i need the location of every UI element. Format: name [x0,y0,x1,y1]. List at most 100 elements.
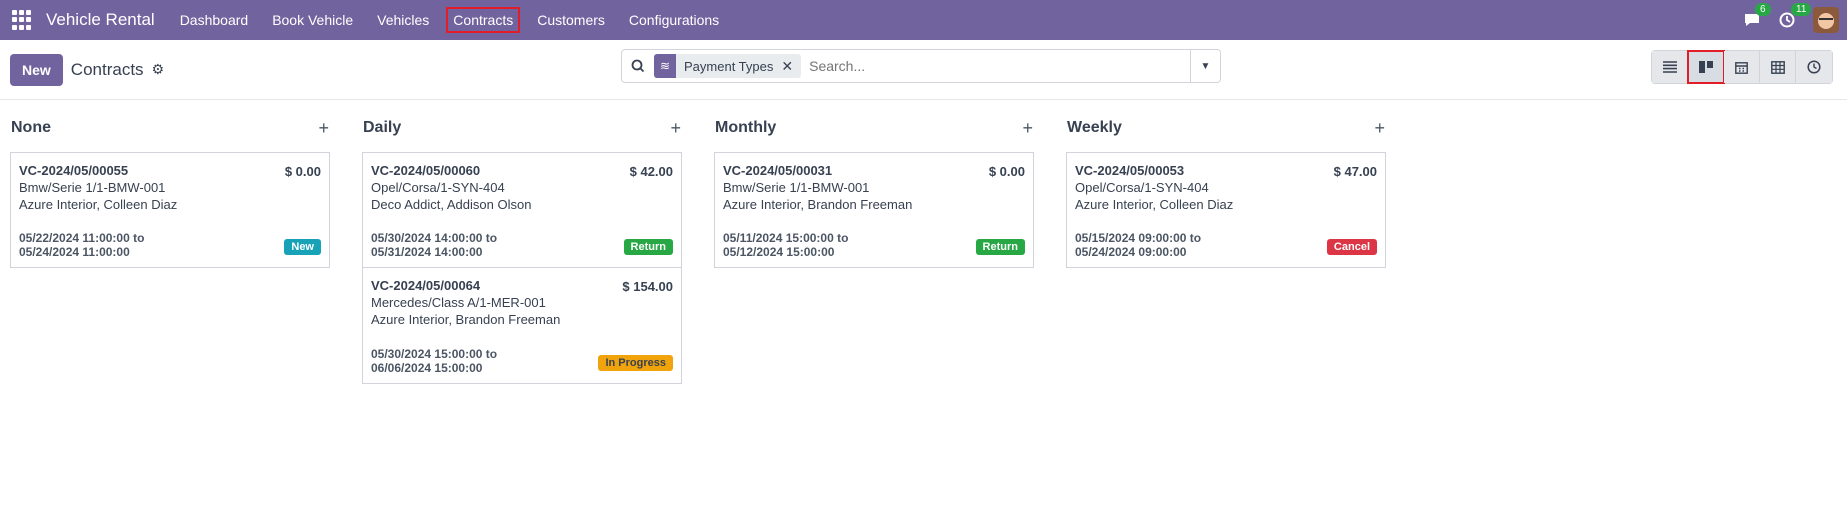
column-title: None [11,119,51,136]
apps-menu-icon[interactable] [12,10,32,30]
gear-icon[interactable]: ⚙ [152,61,165,78]
clock-icon [1807,60,1821,74]
kanban-card[interactable]: VC-2024/05/00031 $ 0.00 Bmw/Serie 1/1-BM… [714,152,1034,268]
search-bar: ≋ Payment Types ✕ ▼ [621,49,1221,83]
menu-customers[interactable]: Customers [530,7,612,33]
vehicle-name: Bmw/Serie 1/1-BMW-001 [723,180,870,195]
rental-to: 05/31/2024 14:00:00 [371,245,483,259]
kanban-card[interactable]: VC-2024/05/00055 $ 0.00 Bmw/Serie 1/1-BM… [10,152,330,268]
rental-period: 05/11/2024 15:00:00 to 05/12/2024 15:00:… [723,231,848,259]
systray: 6 11 [1743,3,1839,33]
vehicle-name: Bmw/Serie 1/1-BMW-001 [19,180,166,195]
search-facet: ≋ Payment Types ✕ [654,54,802,78]
rental-from: 05/15/2024 09:00:00 to [1075,231,1202,245]
rental-period: 05/15/2024 09:00:00 to 05/24/2024 09:00:… [1075,231,1201,259]
column-header: Monthly + [714,110,1034,146]
calendar-icon [1735,61,1748,74]
contract-amount: $ 42.00 [629,164,673,179]
customer-name: Azure Interior, Brandon Freeman [371,312,561,327]
control-panel: New Contracts ⚙ ≋ Payment Types ✕ ▼ [0,40,1847,100]
kanban-board: None + VC-2024/05/00055 $ 0.00 Bmw/Serie… [0,100,1847,394]
status-badge: New [284,239,321,255]
kanban-column-daily: Daily + VC-2024/05/00060 $ 42.00 Opel/Co… [362,110,682,384]
list-view-button[interactable] [1652,51,1688,83]
kanban-column-weekly: Weekly + VC-2024/05/00053 $ 47.00 Opel/C… [1066,110,1386,384]
contract-ref: VC-2024/05/00055 [19,163,129,178]
customer-name: Azure Interior, Colleen Diaz [19,197,178,212]
vehicle-name: Opel/Corsa/1-SYN-404 [371,180,505,195]
rental-to: 06/06/2024 15:00:00 [371,361,483,375]
contract-ref: VC-2024/05/00060 [371,163,481,178]
rental-period: 05/30/2024 14:00:00 to 05/31/2024 14:00:… [371,231,497,259]
page-title: Contracts [70,59,144,79]
caret-down-icon: ▼ [1200,60,1211,72]
rental-to: 05/24/2024 11:00:00 [19,245,130,259]
calendar-view-button[interactable] [1724,51,1760,83]
messages-badge: 6 [1755,3,1771,16]
add-icon[interactable]: + [670,118,681,139]
facet-remove-icon[interactable]: ✕ [781,58,801,75]
top-navbar: Vehicle Rental Dashboard Book Vehicle Ve… [0,0,1847,40]
customer-name: Azure Interior, Colleen Diaz [1075,197,1234,212]
contract-amount: $ 47.00 [1333,164,1377,179]
activities-badge: 11 [1791,3,1812,16]
view-switcher [1651,50,1833,84]
vehicle-name: Mercedes/Class A/1-MER-001 [371,295,546,310]
column-title: Monthly [715,119,777,136]
rental-period: 05/22/2024 11:00:00 to 05/24/2024 11:00:… [19,231,144,259]
activities-button[interactable]: 11 [1779,3,1812,28]
rental-period: 05/30/2024 15:00:00 to 06/06/2024 15:00:… [371,347,497,375]
vehicle-name: Opel/Corsa/1-SYN-404 [1075,180,1209,195]
new-button[interactable]: New [10,53,63,86]
add-icon[interactable]: + [1022,118,1033,139]
contract-amount: $ 0.00 [284,164,321,179]
kanban-card[interactable]: VC-2024/05/00053 $ 47.00 Opel/Corsa/1-SY… [1066,152,1386,268]
kanban-card[interactable]: VC-2024/05/00060 $ 42.00 Opel/Corsa/1-SY… [362,152,682,268]
list-icon [1662,61,1677,73]
status-badge: Return [623,239,673,255]
pivot-view-button[interactable] [1760,51,1796,83]
status-badge: Return [975,239,1025,255]
status-badge: In Progress [598,355,673,371]
status-badge: Cancel [1326,239,1377,255]
search-icon[interactable] [622,59,654,73]
kanban-view-button[interactable] [1687,50,1725,84]
layers-icon: ≋ [654,54,676,78]
column-title: Weekly [1067,119,1122,136]
add-icon[interactable]: + [318,118,329,139]
add-icon[interactable]: + [1374,118,1385,139]
menu-contracts[interactable]: Contracts [446,7,521,33]
kanban-icon [1698,61,1713,73]
app-brand[interactable]: Vehicle Rental [46,10,155,30]
search-options-toggle[interactable]: ▼ [1190,50,1220,82]
customer-name: Deco Addict, Addison Olson [371,197,532,212]
contract-ref: VC-2024/05/00031 [723,163,833,178]
menu-book-vehicle[interactable]: Book Vehicle [265,7,360,33]
column-header: Weekly + [1066,110,1386,146]
column-title: Daily [363,119,402,136]
rental-to: 05/24/2024 09:00:00 [1075,245,1187,259]
contract-amount: $ 154.00 [622,279,673,294]
facet-label: Payment Types [684,58,774,74]
search-input[interactable] [809,58,1190,74]
rental-from: 05/30/2024 15:00:00 to [371,347,498,361]
column-header: None + [10,110,330,146]
menu-dashboard[interactable]: Dashboard [173,7,256,33]
activity-view-button[interactable] [1796,51,1832,83]
menu-vehicles[interactable]: Vehicles [370,7,436,33]
kanban-column-monthly: Monthly + VC-2024/05/00031 $ 0.00 Bmw/Se… [714,110,1034,384]
menu-configurations[interactable]: Configurations [622,7,726,33]
rental-to: 05/12/2024 15:00:00 [723,245,835,259]
pivot-table-icon [1770,60,1785,74]
rental-from: 05/11/2024 15:00:00 to [723,231,849,245]
rental-from: 05/30/2024 14:00:00 to [371,231,498,245]
customer-name: Azure Interior, Brandon Freeman [723,197,913,212]
messages-button[interactable]: 6 [1743,3,1771,28]
rental-from: 05/22/2024 11:00:00 to [19,231,145,245]
user-avatar[interactable] [1813,7,1839,33]
kanban-card[interactable]: VC-2024/05/00064 $ 154.00 Mercedes/Class… [362,268,682,384]
contract-amount: $ 0.00 [988,164,1025,179]
main-menu: Dashboard Book Vehicle Vehicles Contract… [173,7,737,33]
column-header: Daily + [362,110,682,146]
kanban-column-none: None + VC-2024/05/00055 $ 0.00 Bmw/Serie… [10,110,330,384]
